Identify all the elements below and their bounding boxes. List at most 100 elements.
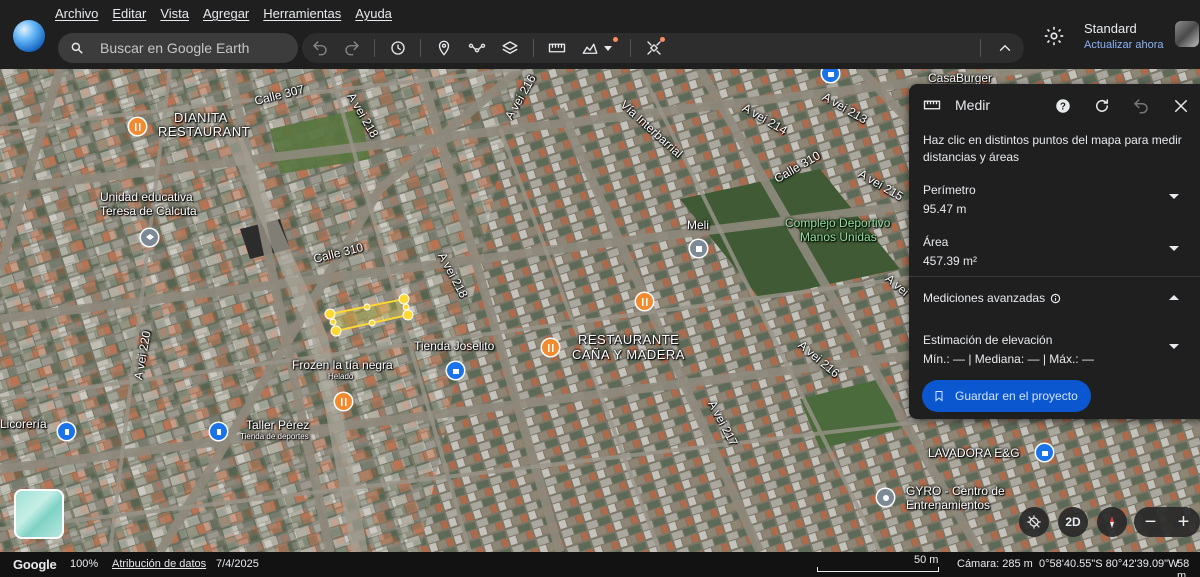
- map-label: LAVADORA E&G: [928, 446, 1020, 460]
- map-label: Meli: [687, 218, 710, 232]
- menu-bar: Archivo Editar Vista Agregar Herramienta…: [55, 6, 392, 21]
- attribution-link[interactable]: Atribución de datos: [112, 558, 206, 570]
- panel-description: Haz clic en distintos puntos del mapa pa…: [923, 133, 1182, 164]
- map-label: Entrenamientos: [906, 498, 991, 512]
- map-layers-thumbnail[interactable]: [14, 489, 64, 539]
- liquor-pin-icon[interactable]: [58, 423, 75, 440]
- menu-agregar[interactable]: Agregar: [203, 6, 249, 21]
- elevation-value: Mín.: — | Mediana: — | Máx.: —: [923, 352, 1094, 366]
- map-label: Teresa de Calcuta: [100, 204, 197, 218]
- restaurant-pin-icon[interactable]: [636, 293, 653, 310]
- restaurant-pin-icon[interactable]: [129, 118, 146, 135]
- school-pin-icon[interactable]: [141, 229, 158, 246]
- coordinates: 0°58'40.55"S 80°42'39.09"W: [1039, 558, 1179, 570]
- elevation-label: Estimación de elevación: [923, 333, 1053, 347]
- compass-icon[interactable]: [1097, 507, 1127, 537]
- undo-icon[interactable]: [1130, 95, 1152, 117]
- toggle-2d-button[interactable]: 2D: [1058, 507, 1088, 537]
- close-icon[interactable]: [1170, 95, 1192, 117]
- search-icon: [71, 42, 83, 54]
- restaurant-pin-icon[interactable]: [335, 393, 352, 410]
- place-pin-icon[interactable]: [690, 240, 707, 257]
- update-link[interactable]: Actualizar ahora: [1084, 39, 1164, 51]
- undo-icon[interactable]: [305, 33, 335, 63]
- menu-editar[interactable]: Editar: [112, 6, 146, 21]
- map-label: Unidad educativa: [100, 190, 193, 204]
- map-label: RESTAURANTE: [578, 332, 680, 347]
- layers-stack-icon[interactable]: [495, 33, 525, 63]
- imagery-date: 7/4/2025: [216, 558, 259, 570]
- camera-altitude: Cámara: 285 m: [957, 558, 1033, 570]
- svg-text:?: ?: [1060, 101, 1066, 112]
- status-bar: Google 100% Atribución de datos 7/4/2025…: [0, 552, 1200, 577]
- zoom-in-button[interactable]: +: [1178, 511, 1190, 534]
- refresh-icon[interactable]: [1091, 95, 1113, 117]
- carwash-pin-icon[interactable]: [1036, 444, 1053, 461]
- toolbar: [302, 33, 1024, 63]
- map-label: RESTAURANT: [158, 124, 251, 139]
- search-box[interactable]: [58, 33, 298, 63]
- divider: [909, 276, 1200, 277]
- map-label: Helado: [328, 372, 354, 381]
- map-label: Tienda Joselito: [414, 339, 495, 353]
- chevron-up-icon[interactable]: [1169, 295, 1179, 300]
- path-icon[interactable]: [462, 33, 492, 63]
- info-icon[interactable]: [1050, 293, 1061, 304]
- map-label: GYRO - Centro de: [906, 484, 1005, 498]
- avatar[interactable]: [1175, 21, 1199, 47]
- perimeter-row[interactable]: Perímetro 95.47 m: [923, 183, 1185, 216]
- location-off-icon[interactable]: [1019, 507, 1049, 537]
- gym-pin-icon[interactable]: [877, 489, 894, 506]
- map-label: Licorería: [0, 417, 47, 431]
- notification-dot: [660, 37, 665, 42]
- search-input[interactable]: [100, 40, 280, 56]
- shop-pin-icon[interactable]: [447, 362, 464, 379]
- help-icon[interactable]: ?: [1052, 95, 1074, 117]
- advanced-label: Mediciones avanzadas: [923, 291, 1046, 305]
- chevron-down-icon[interactable]: [1169, 344, 1179, 349]
- top-bar: Archivo Editar Vista Agregar Herramienta…: [0, 0, 1200, 69]
- panel-title: Medir: [955, 97, 991, 113]
- zoom-level: 100%: [70, 558, 99, 570]
- map-label: CasaBurger: [928, 71, 993, 85]
- map-label: DIANITA: [174, 110, 228, 125]
- map-label: Tienda de deportes: [240, 432, 309, 441]
- google-earth-logo-icon[interactable]: [13, 20, 45, 52]
- map-label: Frozen la tía negra: [292, 358, 393, 372]
- restaurant-pin-icon[interactable]: [542, 339, 559, 356]
- redo-icon[interactable]: [337, 33, 367, 63]
- zoom-out-button[interactable]: −: [1145, 511, 1157, 534]
- google-earth-app: DIANITA RESTAURANT Calle 307 A vei 218 A…: [0, 0, 1200, 577]
- menu-archivo[interactable]: Archivo: [55, 6, 98, 21]
- notification-dot: [613, 37, 618, 42]
- map-label: Manos Unidas: [800, 230, 877, 244]
- map-label: CAÑA Y MADERA: [572, 347, 685, 362]
- ruler-icon[interactable]: [542, 33, 572, 63]
- area-value: 457.39 m²: [923, 254, 978, 268]
- chevron-down-icon[interactable]: [1169, 246, 1179, 251]
- history-icon[interactable]: [383, 33, 413, 63]
- settings-gear-icon[interactable]: [1043, 25, 1065, 47]
- measure-panel: Medir ? Haz clic en distintos puntos del…: [909, 84, 1200, 419]
- chevron-down-icon[interactable]: [604, 46, 612, 51]
- collapse-icon[interactable]: [990, 33, 1020, 63]
- panel-header: Medir: [923, 96, 990, 114]
- save-to-project-button[interactable]: Guardar en el proyecto: [922, 380, 1091, 412]
- save-label: Guardar en el proyecto: [955, 389, 1078, 403]
- menu-vista[interactable]: Vista: [160, 6, 189, 21]
- advanced-row[interactable]: Mediciones avanzadas: [923, 291, 1185, 305]
- menu-herramientas[interactable]: Herramientas: [263, 6, 341, 21]
- area-chart-icon[interactable]: [575, 33, 605, 63]
- menu-ayuda[interactable]: Ayuda: [355, 6, 392, 21]
- area-row[interactable]: Área 457.39 m²: [923, 235, 1185, 268]
- scale-bar: [817, 567, 939, 572]
- perimeter-value: 95.47 m: [923, 202, 967, 216]
- chevron-down-icon[interactable]: [1169, 194, 1179, 199]
- area-label: Área: [923, 235, 949, 249]
- bookmark-icon: [935, 391, 943, 402]
- account-plan: Standard Actualizar ahora: [1084, 21, 1164, 51]
- pin-icon[interactable]: [429, 33, 459, 63]
- elevation: 58 m: [1177, 558, 1190, 577]
- elevation-row[interactable]: Estimación de elevación Mín.: — | Median…: [923, 333, 1185, 366]
- shop-pin-icon[interactable]: [210, 423, 227, 440]
